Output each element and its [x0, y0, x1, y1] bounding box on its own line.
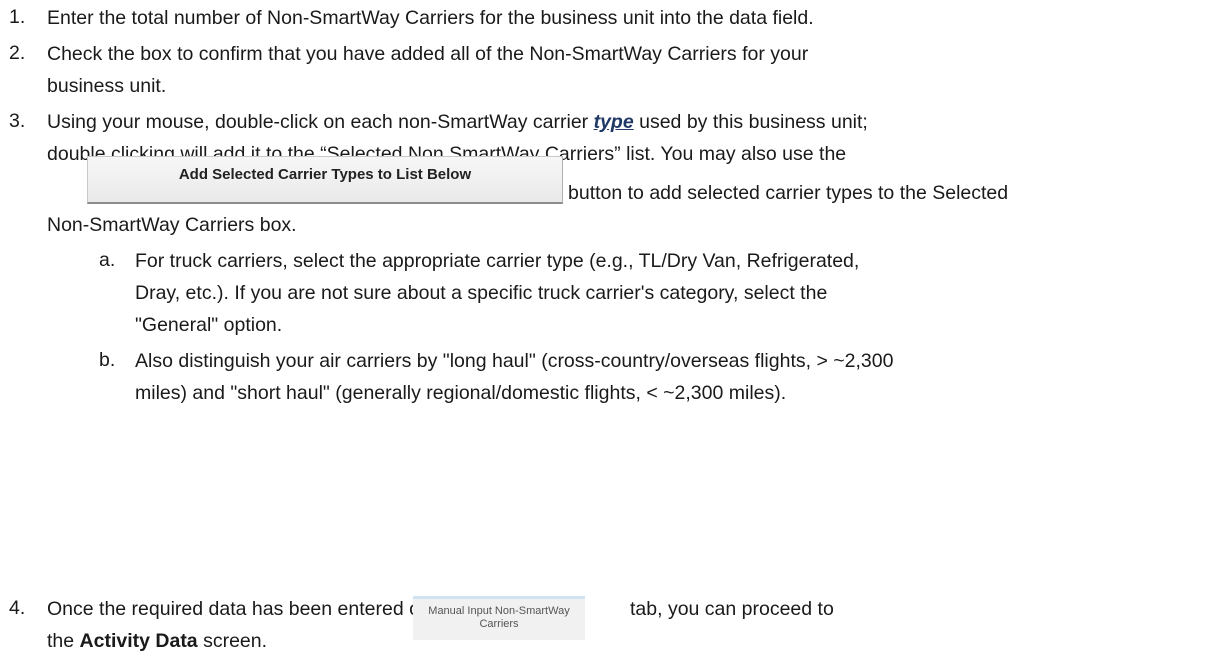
- step-3-text-post: used by this business unit;: [633, 111, 868, 133]
- step-3-text-line-4: Non-SmartWay Carriers box.: [47, 214, 297, 236]
- step-2-text-line-1: Check the box to confirm that you have a…: [47, 43, 809, 65]
- step-4-line-2-post: screen.: [197, 630, 268, 652]
- sub-a-text-line-2: Dray, etc.). If you are not sure about a…: [135, 282, 828, 304]
- step-4-text-post: tab, you can proceed to: [630, 598, 834, 620]
- sub-b-text-line-1: Also distinguish your air carriers by "l…: [135, 350, 894, 372]
- step-3-text-pre: Using your mouse, double-click on each n…: [47, 111, 594, 133]
- step-1-text: Enter the total number of Non-SmartWay C…: [47, 7, 814, 29]
- step-4-text-pre: Once the required data has been entered …: [47, 598, 464, 620]
- step-4-line-2-pre: the: [47, 630, 80, 652]
- add-selected-carrier-types-button[interactable]: Add Selected Carrier Types to List Below: [87, 156, 563, 204]
- sub-a-letter: a.: [99, 249, 116, 271]
- step-2-number: 2.: [9, 42, 26, 64]
- tab-label-line-1: Manual Input Non-SmartWay: [428, 605, 570, 617]
- sub-a-text-line-3: "General" option.: [135, 314, 283, 336]
- step-2-text-line-2: business unit.: [47, 75, 167, 97]
- sub-a-text-line-1: For truck carriers, select the appropria…: [135, 250, 860, 272]
- tab-label-line-2: Carriers: [479, 618, 519, 630]
- activity-data-emphasis: Activity Data: [79, 630, 198, 652]
- step-4-text-line-2: the Activity Data screen.: [47, 629, 267, 653]
- sub-b-text-line-2: miles) and "short haul" (generally regio…: [135, 382, 787, 404]
- manual-input-non-smartway-carriers-tab[interactable]: Manual Input Non-SmartWay Carriers: [413, 596, 585, 640]
- sub-b-letter: b.: [99, 349, 116, 371]
- step-3-text-line-3: button to add selected carrier types to …: [568, 182, 1009, 204]
- step-3-number: 3.: [9, 110, 26, 132]
- step-1-number: 1.: [9, 6, 26, 28]
- step-3-text-line-1: Using your mouse, double-click on each n…: [47, 110, 868, 134]
- step-4-number: 4.: [9, 597, 26, 619]
- type-emphasis: type: [593, 111, 634, 133]
